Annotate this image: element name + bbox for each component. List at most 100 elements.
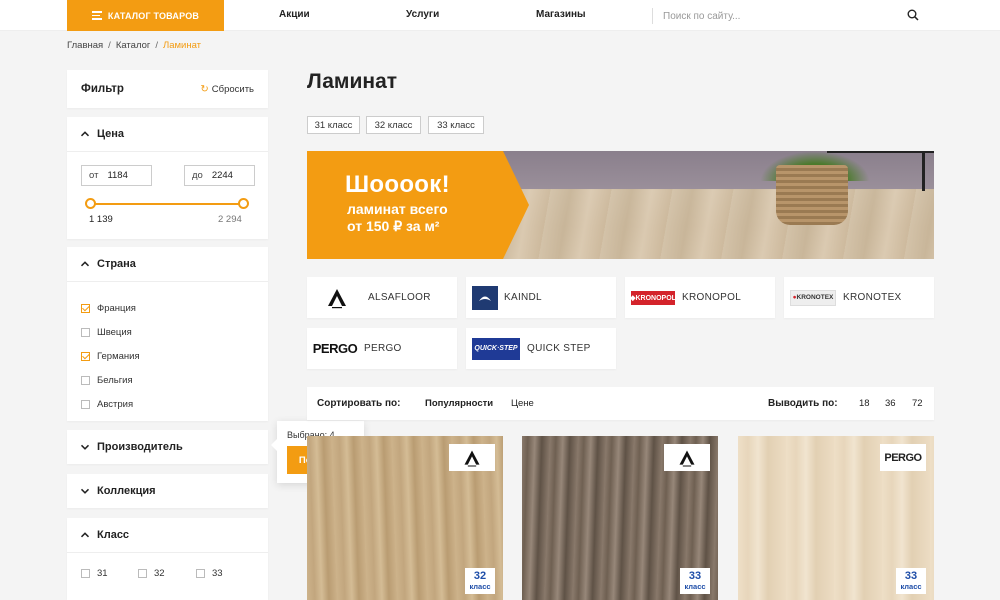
manufacturer-filter-label: Производитель xyxy=(97,441,183,453)
collection-filter-toggle[interactable]: Коллекция xyxy=(67,474,268,508)
class-badge-word: класс xyxy=(684,582,706,591)
country-filter-toggle[interactable]: Страна xyxy=(67,247,268,281)
class-tag-33[interactable]: 33 класс xyxy=(428,116,484,134)
checkbox[interactable] xyxy=(81,376,90,385)
breadcrumb-home[interactable]: Главная xyxy=(67,40,103,51)
checkbox[interactable] xyxy=(196,569,205,578)
breadcrumb-separator: / xyxy=(108,40,111,51)
product-card[interactable]: 33 класс xyxy=(522,436,718,600)
price-to-value: 2244 xyxy=(211,170,233,181)
kronopol-logo-icon: ◆KRONOPOL xyxy=(630,290,676,305)
sort-by-price[interactable]: Цене xyxy=(511,398,534,409)
country-filter-label: Страна xyxy=(97,258,136,270)
search-icon[interactable] xyxy=(907,9,919,21)
brand-name: QUICK STEP xyxy=(527,343,591,354)
class-filter-label: Класс xyxy=(97,529,130,541)
breadcrumb: Главная / Каталог / Ламинат xyxy=(67,40,201,51)
price-from-prefix: от xyxy=(89,170,99,181)
country-option-austria[interactable]: Австрия xyxy=(81,399,133,410)
catalog-button[interactable]: КАТАЛОГ ТОВАРОВ xyxy=(67,0,224,31)
country-option-belgium[interactable]: Бельгия xyxy=(81,375,133,386)
price-slider-max-handle[interactable] xyxy=(238,198,249,209)
class-option-32[interactable]: 32 xyxy=(138,568,165,579)
class-option-label: 31 xyxy=(97,568,108,579)
sort-bar: Сортировать по: Популярности Цене Выводи… xyxy=(307,387,934,420)
price-slider-min-handle[interactable] xyxy=(85,198,96,209)
class-badge-number: 33 xyxy=(904,570,918,582)
class-tag-32[interactable]: 32 класс xyxy=(366,116,421,134)
brand-name: PERGO xyxy=(364,343,402,354)
banner-table-leg xyxy=(922,151,925,191)
pergo-logo-icon: PERGO xyxy=(880,444,926,471)
country-label: Швеция xyxy=(97,327,132,338)
filter-title: Фильтр xyxy=(81,83,124,95)
top-header: КАТАЛОГ ТОВАРОВ Акции Услуги Магазины По… xyxy=(0,0,1000,31)
brand-kaindl[interactable]: KAINDL xyxy=(466,277,616,318)
chevron-down-icon xyxy=(80,444,90,450)
per-page-18[interactable]: 18 xyxy=(859,398,870,409)
kronotex-logo-icon: ● KRONOTEX xyxy=(790,289,836,306)
divider xyxy=(67,552,268,553)
country-option-sweden[interactable]: Швеция xyxy=(81,327,132,338)
nav-link-services[interactable]: Услуги xyxy=(406,9,439,20)
checkbox[interactable] xyxy=(81,328,90,337)
catalog-button-label: КАТАЛОГ ТОВАРОВ xyxy=(107,10,200,21)
checkbox[interactable] xyxy=(138,569,147,578)
banner-basket-image xyxy=(776,165,848,225)
per-page-72[interactable]: 72 xyxy=(912,398,923,409)
kaindl-logo-icon xyxy=(472,285,498,310)
filter-header-panel: Фильтр ↻ Сбросить xyxy=(67,70,268,108)
class-tag-31[interactable]: 31 класс xyxy=(307,116,360,134)
class-filter-toggle[interactable]: Класс xyxy=(67,518,268,552)
alsafloor-logo-icon xyxy=(449,444,495,471)
checkbox[interactable] xyxy=(81,569,90,578)
country-option-germany[interactable]: Германия xyxy=(81,351,140,362)
brand-kronopol[interactable]: ◆KRONOPOL KRONOPOL xyxy=(625,277,775,318)
alsafloor-logo-icon xyxy=(664,444,710,471)
brand-quick-step[interactable]: QUICK·STEP QUICK STEP xyxy=(466,328,616,369)
brand-name: KAINDL xyxy=(504,292,542,303)
brand-alsafloor[interactable]: ALSAFLOOR xyxy=(307,277,457,318)
banner-subline: ламинат всего xyxy=(347,201,448,217)
class-option-33[interactable]: 33 xyxy=(196,568,223,579)
nav-link-stores[interactable]: Магазины xyxy=(536,9,586,20)
sort-by-popularity[interactable]: Популярности xyxy=(425,398,493,409)
country-option-france[interactable]: Франция xyxy=(81,303,136,314)
product-card[interactable]: 32 класс xyxy=(307,436,503,600)
breadcrumb-catalog[interactable]: Каталог xyxy=(116,40,151,51)
checkbox-checked[interactable] xyxy=(81,304,90,313)
sort-label: Сортировать по: xyxy=(317,398,401,409)
reset-filter-button[interactable]: ↻ Сбросить xyxy=(200,84,254,95)
class-option-31[interactable]: 31 xyxy=(81,568,108,579)
banner-headline: Шоооок! xyxy=(345,171,450,198)
banner-price-line: от 150 ₽ за м² xyxy=(347,218,440,234)
product-card[interactable]: PERGO 33 класс xyxy=(738,436,934,600)
price-from-field[interactable]: от 1184 xyxy=(81,165,152,186)
class-filter-panel: Класс xyxy=(67,518,268,600)
price-max-label: 2 294 xyxy=(218,214,242,225)
class-badge-number: 33 xyxy=(688,570,702,582)
brand-pergo[interactable]: PERGO PERGO xyxy=(307,328,457,369)
nav-link-promotions[interactable]: Акции xyxy=(279,9,310,20)
price-to-field[interactable]: до 2244 xyxy=(184,165,255,186)
page-title: Ламинат xyxy=(307,70,398,93)
per-page-36[interactable]: 36 xyxy=(885,398,896,409)
brand-name: KRONOTEX xyxy=(843,292,902,303)
breadcrumb-separator: / xyxy=(155,40,158,51)
class-badge-word: класс xyxy=(469,582,491,591)
search-input[interactable]: Поиск по сайту... xyxy=(652,8,932,24)
brand-name: KRONOPOL xyxy=(682,292,742,303)
price-filter-toggle[interactable]: Цена xyxy=(67,117,268,151)
class-option-label: 33 xyxy=(212,568,223,579)
pergo-logo-icon: PERGO xyxy=(312,341,358,356)
manufacturer-filter-toggle[interactable]: Производитель xyxy=(67,430,268,464)
price-slider-track[interactable] xyxy=(91,203,243,205)
price-from-value: 1184 xyxy=(107,170,128,181)
divider xyxy=(67,281,268,282)
chevron-up-icon xyxy=(80,261,90,267)
country-label: Франция xyxy=(97,303,136,314)
checkbox-checked[interactable] xyxy=(81,352,90,361)
class-badge: 32 класс xyxy=(465,568,495,594)
checkbox[interactable] xyxy=(81,400,90,409)
brand-kronotex[interactable]: ● KRONOTEX KRONOTEX xyxy=(784,277,934,318)
